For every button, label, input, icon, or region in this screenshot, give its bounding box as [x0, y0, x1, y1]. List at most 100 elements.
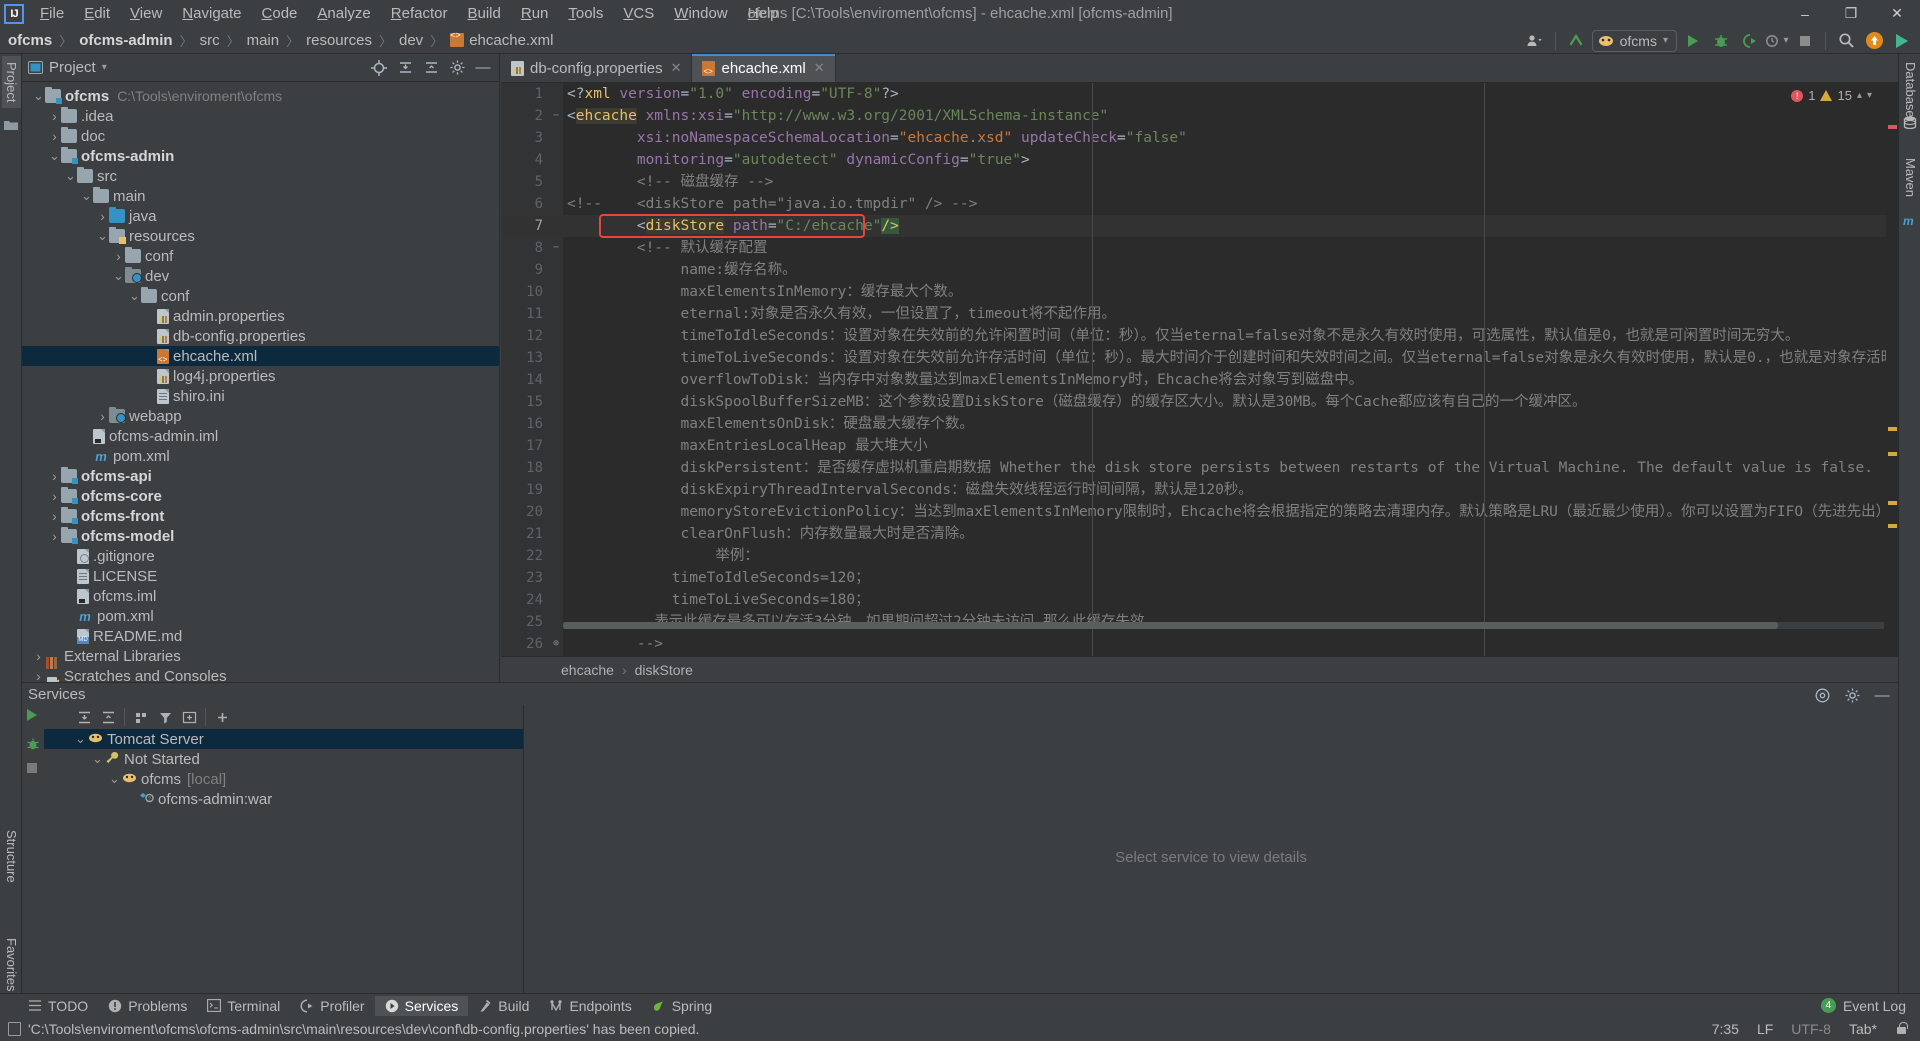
- collapse-all-icon[interactable]: [395, 58, 415, 78]
- tree-node-main[interactable]: ⌄ main: [22, 186, 499, 206]
- breadcrumb-item-ehcache-xml[interactable]: ehcache.xml: [450, 30, 553, 49]
- chevron-up-icon[interactable]: ▴: [1857, 90, 1862, 101]
- run-icon[interactable]: [27, 709, 37, 721]
- chevron-down-icon[interactable]: ⌄: [96, 228, 109, 244]
- code-line[interactable]: 1 <?xml version="1.0" encoding="UTF-8"?>: [501, 83, 1898, 105]
- run-with-coverage-button[interactable]: [1737, 30, 1761, 52]
- code-content[interactable]: 1 <?xml version="1.0" encoding="UTF-8"?> 2…: [501, 83, 1898, 655]
- menu-item-run[interactable]: Run: [511, 2, 559, 25]
- maximize-button[interactable]: ❐: [1828, 0, 1874, 27]
- chevron-down-icon[interactable]: ⌄: [48, 148, 61, 164]
- group-icon[interactable]: [129, 706, 153, 728]
- hide-panel-icon[interactable]: —: [473, 58, 493, 78]
- editor-tab-db-config-properties[interactable]: db-config.properties ✕: [501, 54, 693, 82]
- code-line[interactable]: 12 timeToIdleSeconds：设置对象在失效前的允许闲置时间（单位：…: [501, 325, 1898, 347]
- warning-stripe-mark[interactable]: [1888, 524, 1897, 528]
- chevron-right-icon[interactable]: ›: [48, 468, 61, 484]
- debug-icon[interactable]: [26, 737, 40, 755]
- code-line[interactable]: 7 <diskStore path="C:/ehcache"/>: [501, 215, 1898, 237]
- chevron-down-icon[interactable]: ▾: [1867, 90, 1872, 101]
- tool-window-button-services[interactable]: Services: [374, 995, 469, 1016]
- menu-item-refactor[interactable]: Refactor: [381, 2, 458, 25]
- close-button[interactable]: ✕: [1874, 0, 1920, 27]
- play-store-icon[interactable]: [1890, 30, 1914, 52]
- tree-node-webapp[interactable]: › webapp: [22, 406, 499, 426]
- error-stripe-mark[interactable]: [1888, 125, 1897, 129]
- expand-all-icon[interactable]: [72, 706, 96, 728]
- chevron-right-icon[interactable]: ›: [112, 248, 125, 264]
- code-line[interactable]: 20 memoryStoreEvictionPolicy：当达到maxEleme…: [501, 501, 1898, 523]
- menu-item-build[interactable]: Build: [457, 2, 510, 25]
- tree-node-scratches-and-consoles[interactable]: › Scratches and Consoles: [22, 666, 499, 682]
- upload-icon[interactable]: [1862, 30, 1886, 52]
- code-line[interactable]: 19 diskExpiryThreadIntervalSeconds：磁盘失效线…: [501, 479, 1898, 501]
- code-line[interactable]: 9 name:缓存名称。: [501, 259, 1898, 281]
- inspection-widget[interactable]: ! 1 15 ▴ ▾: [1791, 88, 1872, 103]
- service-node-tomcat-server[interactable]: ⌄ Tomcat Server: [44, 729, 523, 749]
- tree-node-ofcms-core[interactable]: › ofcms-core: [22, 486, 499, 506]
- tree-node-pom-xml[interactable]: m pom.xml: [22, 606, 499, 626]
- sidebar-item-database[interactable]: Database: [1901, 56, 1920, 124]
- chevron-down-icon[interactable]: ⌄: [108, 771, 121, 787]
- chevron-right-icon[interactable]: ›: [32, 648, 45, 664]
- stop-button[interactable]: [1793, 30, 1817, 52]
- service-node-ofcms[interactable]: ⌄ ofcms [local]: [44, 769, 523, 789]
- tree-node-ofcms-front[interactable]: › ofcms-front: [22, 506, 499, 526]
- menu-item-code[interactable]: Code: [252, 2, 308, 25]
- editor-breadcrumb[interactable]: ehcache › diskStore: [501, 656, 1898, 682]
- breadcrumb-item-main[interactable]: main: [247, 32, 280, 49]
- tool-window-button-todo[interactable]: TODO: [18, 996, 98, 1016]
- settings-gear-icon[interactable]: [1842, 685, 1862, 705]
- tool-window-button-spring[interactable]: Spring: [642, 996, 722, 1016]
- chevron-right-icon[interactable]: ›: [96, 208, 109, 224]
- show-configurations-icon[interactable]: [177, 706, 201, 728]
- tree-node-conf[interactable]: ⌄ conf: [22, 286, 499, 306]
- tree-node-ofcms-admin-iml[interactable]: ofcms-admin.iml: [22, 426, 499, 446]
- event-log-button[interactable]: 4 Event Log: [1820, 998, 1906, 1014]
- debug-button[interactable]: [1709, 30, 1733, 52]
- services-tree[interactable]: ⌄ Tomcat Server ⌄ Not Started ⌄ ofcms [local]?…: [44, 729, 523, 1009]
- tool-window-button-problems[interactable]: Problems: [98, 996, 197, 1016]
- close-icon[interactable]: ✕: [814, 60, 825, 76]
- tree-node-license[interactable]: LICENSE: [22, 566, 499, 586]
- tree-node--idea[interactable]: › .idea: [22, 106, 499, 126]
- menu-item-tools[interactable]: Tools: [558, 2, 613, 25]
- add-icon[interactable]: [210, 706, 234, 728]
- chevron-right-icon[interactable]: ›: [48, 508, 61, 524]
- tree-node-java[interactable]: › java: [22, 206, 499, 226]
- tree-node-doc[interactable]: › doc: [22, 126, 499, 146]
- code-line[interactable]: 23 timeToIdleSeconds=120；: [501, 567, 1898, 589]
- menu-item-file[interactable]: File: [30, 2, 74, 25]
- expand-all-icon[interactable]: [421, 58, 441, 78]
- chevron-down-icon[interactable]: ⌄: [32, 88, 45, 104]
- breadcrumb-item-dev[interactable]: dev: [399, 32, 423, 49]
- chevron-right-icon[interactable]: ›: [48, 528, 61, 544]
- tree-node-log4j-properties[interactable]: log4j.properties: [22, 366, 499, 386]
- filter-icon[interactable]: [153, 706, 177, 728]
- menu-item-vcs[interactable]: VCS: [613, 2, 664, 25]
- tree-node-pom-xml[interactable]: m pom.xml: [22, 446, 499, 466]
- code-line[interactable]: 11 eternal:对象是否永久有效，一但设置了，timeout将不起作用。: [501, 303, 1898, 325]
- breadcrumb-item-ofcms-admin[interactable]: ofcms-admin: [79, 32, 172, 49]
- tree-node-src[interactable]: ⌄ src: [22, 166, 499, 186]
- warning-stripe-mark[interactable]: [1888, 501, 1897, 505]
- menu-item-view[interactable]: View: [120, 2, 172, 25]
- code-line[interactable]: 16 maxElementsOnDisk：硬盘最大缓存个数。: [501, 413, 1898, 435]
- run-button[interactable]: [1681, 30, 1705, 52]
- editor-breadcrumb-diskStore[interactable]: diskStore: [635, 662, 693, 678]
- tree-node-external-libraries[interactable]: › External Libraries: [22, 646, 499, 669]
- tree-node-dev[interactable]: ⌄ dev: [22, 266, 499, 286]
- sidebar-item-project[interactable]: Project: [2, 56, 21, 109]
- menu-item-analyze[interactable]: Analyze: [307, 2, 380, 25]
- code-line[interactable]: 22 举例：: [501, 545, 1898, 567]
- lock-icon[interactable]: [1895, 1022, 1908, 1036]
- code-line[interactable]: 5 <!-- 磁盘缓存 -->: [501, 171, 1898, 193]
- fold-marker[interactable]: −: [549, 105, 563, 127]
- editor-tab-ehcache-xml[interactable]: ehcache.xml ✕: [692, 54, 836, 82]
- close-icon[interactable]: ✕: [671, 60, 682, 76]
- tree-node-ofcms-api[interactable]: › ofcms-api: [22, 466, 499, 486]
- code-line[interactable]: 8− <!-- 默认缓存配置: [501, 237, 1898, 259]
- menu-item-window[interactable]: Window: [664, 2, 737, 25]
- hide-panel-icon[interactable]: —: [1872, 685, 1892, 705]
- run-configuration-selector[interactable]: ofcms ▾: [1591, 29, 1677, 52]
